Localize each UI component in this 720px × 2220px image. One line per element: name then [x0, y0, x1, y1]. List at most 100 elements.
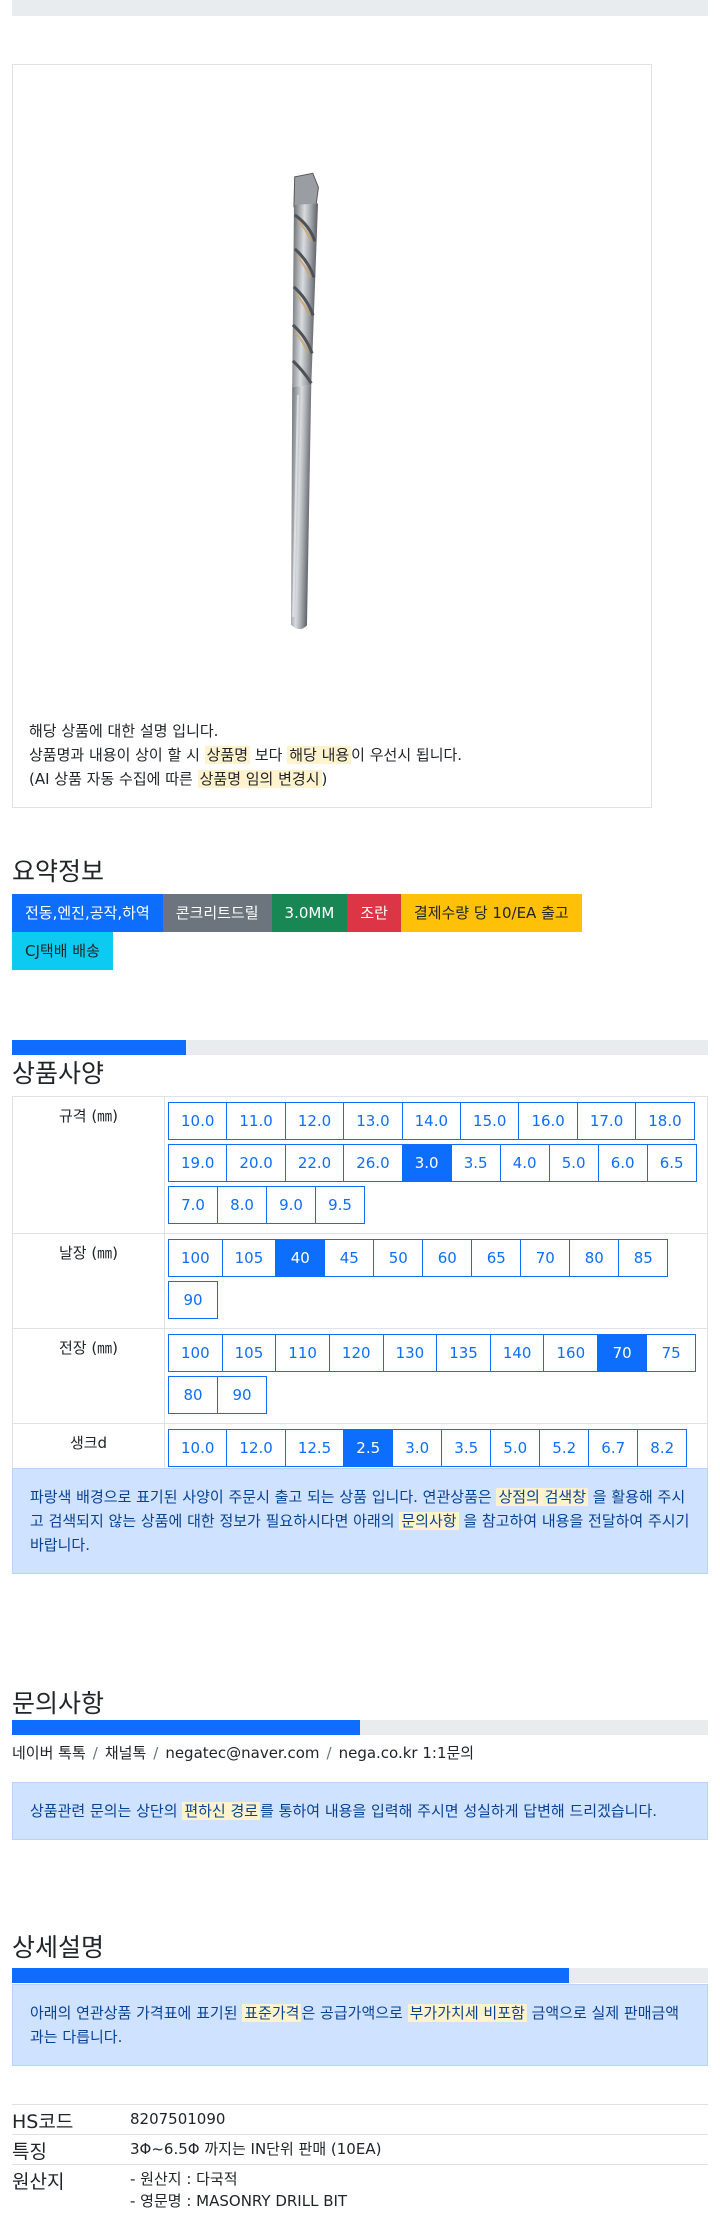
option-button-selected[interactable]: 2.5 — [343, 1429, 394, 1467]
info-value-line: 8207501090 — [130, 2110, 226, 2128]
desc-text: 이 우선시 됩니다. — [351, 746, 463, 764]
option-button[interactable]: 7.0 — [168, 1186, 218, 1224]
option-button[interactable]: 8.2 — [637, 1429, 688, 1467]
option-button[interactable]: 9.5 — [315, 1186, 365, 1224]
option-button[interactable]: 135 — [436, 1334, 491, 1372]
info-value: 3Φ~6.5Φ 까지는 IN단위 판매 (10EA) — [130, 2134, 708, 2165]
summary-badge: CJ택배 배송 — [12, 932, 113, 970]
contact-item[interactable]: 채널톡 — [105, 1744, 146, 1762]
inquiry-progress-fill — [12, 1720, 360, 1735]
option-button[interactable]: 10.0 — [168, 1429, 228, 1467]
inquiry-progress — [12, 1720, 708, 1735]
option-button[interactable]: 6.7 — [588, 1429, 639, 1467]
option-button[interactable]: 105 — [221, 1334, 277, 1372]
option-button[interactable]: 60 — [422, 1239, 473, 1277]
option-button[interactable]: 5.0 — [490, 1429, 541, 1467]
specs-progress — [12, 1040, 708, 1055]
option-button[interactable]: 12.5 — [284, 1429, 345, 1467]
highlight-text: 해당 내용 — [287, 746, 352, 764]
info-value-line: - 원산지 : 다국적 — [130, 2170, 238, 2188]
desc-text: 상품명과 내용이 상이 할 시 — [29, 746, 205, 764]
detail-title: 상세설명 — [12, 1933, 105, 1962]
option-button[interactable]: 11.0 — [226, 1102, 286, 1140]
option-button-selected[interactable]: 3.0 — [401, 1144, 452, 1182]
notice-text: 상품관련 문의는 상단의 — [30, 1802, 183, 1820]
option-button[interactable]: 160 — [543, 1334, 599, 1372]
option-button[interactable]: 26.0 — [343, 1144, 403, 1182]
inquiry-title: 문의사항 — [12, 1689, 105, 1718]
option-button[interactable]: 65 — [471, 1239, 522, 1277]
option-button[interactable]: 5.2 — [539, 1429, 590, 1467]
option-button[interactable]: 85 — [618, 1239, 669, 1277]
spec-options: 100 105 110 120 130 135 140 160 70 75 80 90 — [164, 1328, 708, 1424]
option-button[interactable]: 140 — [489, 1334, 545, 1372]
spec-table: 규격 (㎜) 10.0 11.0 12.0 13.0 14.0 15.0 16.0 17.0 18… — [12, 1096, 708, 1519]
top-bar — [12, 0, 708, 16]
option-button[interactable]: 18.0 — [635, 1102, 695, 1140]
info-row: 원산지 - 원산지 : 다국적 - 영문명 : MASONRY DRILL BIT — [12, 2164, 708, 2216]
option-button[interactable]: 130 — [382, 1334, 438, 1372]
option-button[interactable]: 15.0 — [460, 1102, 520, 1140]
highlight-text: 상품명 — [204, 746, 251, 764]
option-button[interactable]: 6.5 — [646, 1144, 697, 1182]
highlight-text: 문의사항 — [399, 1512, 459, 1530]
info-row: 특징 3Φ~6.5Φ 까지는 IN단위 판매 (10EA) — [12, 2134, 708, 2165]
summary-badge: 3.0MM — [271, 894, 348, 932]
option-button[interactable]: 100 — [168, 1334, 223, 1372]
option-button[interactable]: 12.0 — [284, 1102, 345, 1140]
option-button[interactable]: 75 — [646, 1334, 697, 1372]
option-button[interactable]: 20.0 — [226, 1144, 286, 1182]
summary-badges: 전동,엔진,공작,하역 콘크리트드릴 3.0MM 조란 결제수량 당 10/EA 출고 C… — [12, 894, 652, 970]
spec-row: 전장 (㎜) 100 105 110 120 130 135 140 160 70 75 80 90 — [12, 1328, 708, 1424]
option-button[interactable]: 17.0 — [576, 1102, 637, 1140]
option-button[interactable]: 10.0 — [168, 1102, 228, 1140]
option-group: 100 105 110 120 130 135 140 160 70 75 80 90 — [168, 1334, 703, 1418]
option-button[interactable]: 80 — [168, 1376, 218, 1414]
option-button[interactable]: 13.0 — [343, 1102, 403, 1140]
highlight-text: 상점의 검색창 — [496, 1488, 589, 1506]
drill-bit-image — [290, 172, 319, 630]
notice-text: 아래의 연관상품 가격표에 표기된 — [30, 2004, 243, 2022]
option-button[interactable]: 120 — [328, 1334, 384, 1372]
contact-item[interactable]: nega.co.kr 1:1문의 — [339, 1744, 475, 1762]
option-button[interactable]: 19.0 — [168, 1144, 228, 1182]
option-button[interactable]: 105 — [221, 1239, 277, 1277]
option-button-selected[interactable]: 70 — [597, 1334, 648, 1372]
option-button[interactable]: 6.0 — [597, 1144, 648, 1182]
option-button[interactable]: 80 — [569, 1239, 620, 1277]
option-button[interactable]: 8.0 — [217, 1186, 267, 1224]
option-button[interactable]: 90 — [217, 1376, 267, 1414]
breadcrumb-separator: / — [92, 1744, 98, 1762]
option-button[interactable]: 3.5 — [441, 1429, 492, 1467]
option-button[interactable]: 110 — [275, 1334, 330, 1372]
info-value-line: 3Φ~6.5Φ 까지는 IN단위 판매 (10EA) — [130, 2140, 382, 2158]
option-button[interactable]: 22.0 — [284, 1144, 345, 1182]
option-button[interactable]: 3.0 — [392, 1429, 443, 1467]
highlight-text: 상품명 임의 변경시 — [197, 770, 322, 788]
option-button[interactable]: 14.0 — [401, 1102, 462, 1140]
option-group: 100 105 40 45 50 60 65 70 80 85 90 — [168, 1239, 703, 1323]
option-button[interactable]: 4.0 — [499, 1144, 550, 1182]
spec-label: 전장 (㎜) — [12, 1328, 165, 1424]
summary-badge: 콘크리트드릴 — [162, 894, 272, 932]
option-button[interactable]: 3.5 — [450, 1144, 501, 1182]
specs-title: 상품사양 — [12, 1059, 105, 1088]
option-button[interactable]: 90 — [168, 1281, 218, 1319]
option-button[interactable]: 100 — [168, 1239, 223, 1277]
option-group: 10.0 11.0 12.0 13.0 14.0 15.0 16.0 17.0 18.0 19.0… — [168, 1102, 703, 1228]
option-button[interactable]: 12.0 — [226, 1429, 286, 1467]
option-button[interactable]: 50 — [373, 1239, 424, 1277]
contact-item[interactable]: negatec@naver.com — [165, 1744, 319, 1762]
desc-line-2: 상품명과 내용이 상이 할 시 상품명 보다 해당 내용 이 우선시 됩니다. — [29, 743, 462, 767]
option-button[interactable]: 70 — [520, 1239, 571, 1277]
option-button[interactable]: 16.0 — [518, 1102, 578, 1140]
option-button[interactable]: 45 — [324, 1239, 375, 1277]
option-button-selected[interactable]: 40 — [275, 1239, 326, 1277]
option-button[interactable]: 5.0 — [548, 1144, 599, 1182]
spec-options: 100 105 40 45 50 60 65 70 80 85 90 — [164, 1233, 708, 1329]
highlight-text: 표준가격 — [242, 2004, 302, 2022]
option-button[interactable]: 9.0 — [266, 1186, 316, 1224]
inquiry-notice: 상품관련 문의는 상단의 편하신 경로 를 통하여 내용을 입력해 주시면 성실하… — [12, 1782, 708, 1840]
contact-item[interactable]: 네이버 톡톡 — [12, 1744, 86, 1762]
info-value-line: - 영문명 : MASONRY DRILL BIT — [130, 2192, 348, 2210]
